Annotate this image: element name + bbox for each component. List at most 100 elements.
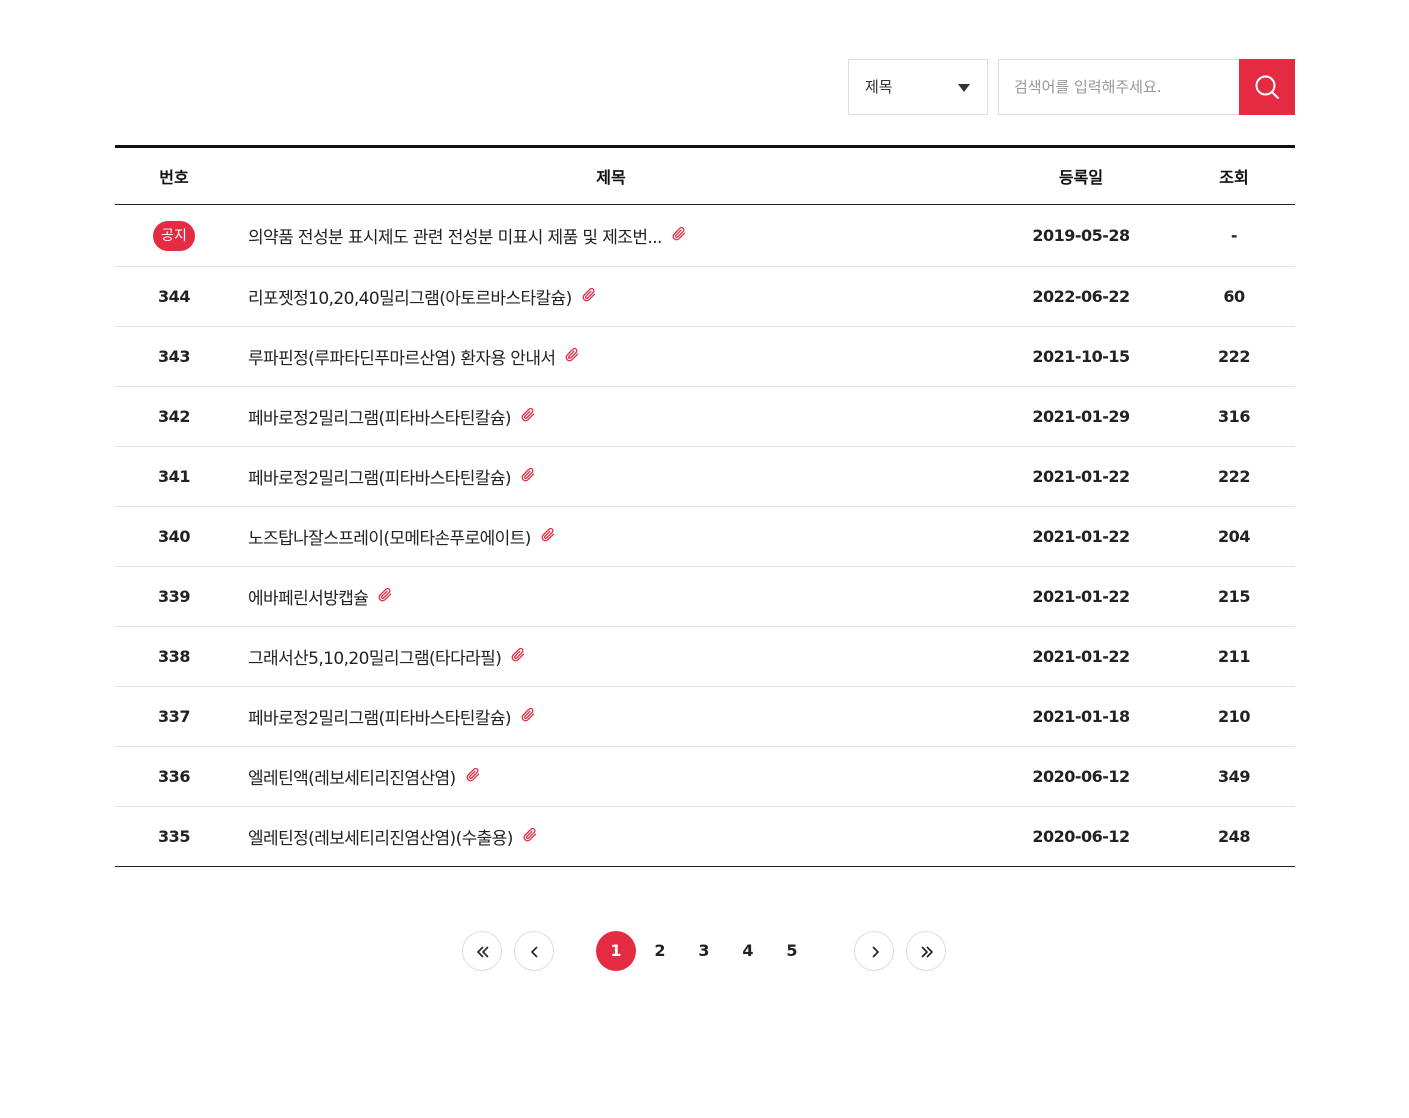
search-bar: 제목 bbox=[848, 59, 1295, 115]
row-title-cell: 에바페린서방캡슐 bbox=[233, 567, 989, 627]
page-3[interactable]: 3 bbox=[684, 931, 724, 971]
paperclip-icon[interactable] bbox=[466, 767, 481, 788]
row-number: 336 bbox=[158, 767, 190, 786]
paperclip-icon[interactable] bbox=[541, 527, 556, 548]
row-title-link[interactable]: 루파핀정(루파타딘푸마르산염) 환자용 안내서 bbox=[248, 349, 556, 369]
row-number: 338 bbox=[158, 647, 190, 666]
row-number: 337 bbox=[158, 707, 190, 726]
table-row: 338 그래서산5,10,20밀리그램(타다라필) 2021-01-22 211 bbox=[115, 627, 1295, 687]
table-header-row: 번호 제목 등록일 조회 bbox=[115, 146, 1295, 205]
row-number: 344 bbox=[158, 287, 190, 306]
row-title-link[interactable]: 그래서산5,10,20밀리그램(타다라필) bbox=[248, 649, 502, 669]
row-number-cell: 340 bbox=[115, 507, 233, 567]
chevron-right-icon bbox=[872, 946, 880, 958]
search-button[interactable] bbox=[1239, 59, 1295, 115]
row-date: 2021-10-15 bbox=[1032, 347, 1130, 366]
row-title-link[interactable]: 노즈탑나잘스프레이(모메타손푸로에이트) bbox=[248, 529, 531, 549]
row-title-link[interactable]: 에바페린서방캡슐 bbox=[248, 589, 369, 609]
paperclip-icon[interactable] bbox=[521, 407, 536, 428]
row-title-cell: 노즈탑나잘스프레이(모메타손푸로에이트) bbox=[233, 507, 989, 567]
pagination: 1 2 3 4 5 bbox=[0, 931, 1409, 972]
paperclip-icon[interactable] bbox=[521, 707, 536, 728]
page-2[interactable]: 2 bbox=[640, 931, 680, 971]
row-number-cell: 337 bbox=[115, 687, 233, 747]
row-views: 211 bbox=[1218, 647, 1250, 666]
row-views: 210 bbox=[1218, 707, 1250, 726]
double-chevron-left-icon bbox=[476, 946, 489, 958]
paperclip-icon[interactable] bbox=[523, 827, 538, 848]
row-date: 2019-05-28 bbox=[1032, 226, 1130, 245]
header-number: 번호 bbox=[159, 168, 189, 187]
table-row: 344 리포젯정10,20,40밀리그램(아토르바스타칼슘) 2022-06-22 6… bbox=[115, 267, 1295, 327]
row-date: 2021-01-18 bbox=[1032, 707, 1130, 726]
row-views: - bbox=[1230, 226, 1238, 245]
row-title-link[interactable]: 엘레틴액(레보세티리진염산염) bbox=[248, 769, 456, 789]
table-row: 342 페바로정2밀리그램(피타바스타틴칼슘) 2021-01-29 316 bbox=[115, 387, 1295, 447]
page-1[interactable]: 1 bbox=[596, 931, 636, 971]
row-date: 2021-01-22 bbox=[1032, 527, 1130, 546]
board-list: 번호 제목 등록일 조회 공지 의약품 전성분 표시제도 관련 전성분 미표시 제… bbox=[115, 145, 1295, 867]
row-title-cell: 의약품 전성분 표시제도 관련 전성분 미표시 제품 및 제조번... bbox=[233, 205, 989, 267]
row-number-cell: 336 bbox=[115, 747, 233, 807]
page-4[interactable]: 4 bbox=[728, 931, 768, 971]
first-page-button[interactable] bbox=[462, 931, 502, 971]
row-title-link[interactable]: 페바로정2밀리그램(피타바스타틴칼슘) bbox=[248, 709, 512, 729]
paperclip-icon[interactable] bbox=[511, 647, 526, 668]
paperclip-icon[interactable] bbox=[378, 587, 393, 608]
search-input[interactable] bbox=[998, 59, 1239, 115]
row-number-cell: 342 bbox=[115, 387, 233, 447]
table-row: 공지 의약품 전성분 표시제도 관련 전성분 미표시 제품 및 제조번... 201… bbox=[115, 205, 1295, 267]
row-views: 349 bbox=[1218, 767, 1250, 786]
paperclip-icon[interactable] bbox=[521, 467, 536, 488]
row-title-link[interactable]: 리포젯정10,20,40밀리그램(아토르바스타칼슘) bbox=[248, 289, 572, 309]
chevron-left-icon bbox=[530, 946, 538, 958]
paperclip-icon[interactable] bbox=[565, 347, 580, 368]
row-number-cell: 344 bbox=[115, 267, 233, 327]
double-chevron-right-icon bbox=[921, 946, 934, 958]
table-row: 341 페바로정2밀리그램(피타바스타틴칼슘) 2021-01-22 222 bbox=[115, 447, 1295, 507]
row-title-link[interactable]: 엘레틴정(레보세티리진염산염)(수출용) bbox=[248, 829, 513, 849]
row-title-cell: 페바로정2밀리그램(피타바스타틴칼슘) bbox=[233, 687, 989, 747]
row-number-cell: 343 bbox=[115, 327, 233, 387]
search-type-select[interactable]: 제목 bbox=[848, 59, 988, 115]
row-number-cell: 341 bbox=[115, 447, 233, 507]
row-title-link[interactable]: 페바로정2밀리그램(피타바스타틴칼슘) bbox=[248, 469, 512, 489]
row-date: 2021-01-22 bbox=[1032, 587, 1130, 606]
table-row: 335 엘레틴정(레보세티리진염산염)(수출용) 2020-06-12 248 bbox=[115, 807, 1295, 867]
row-date: 2021-01-22 bbox=[1032, 467, 1130, 486]
next-page-button[interactable] bbox=[854, 931, 894, 971]
page-5[interactable]: 5 bbox=[772, 931, 812, 971]
table-row: 340 노즈탑나잘스프레이(모메타손푸로에이트) 2021-01-22 204 bbox=[115, 507, 1295, 567]
row-date: 2022-06-22 bbox=[1032, 287, 1130, 306]
header-views: 조회 bbox=[1219, 168, 1249, 187]
row-title-cell: 엘레틴정(레보세티리진염산염)(수출용) bbox=[233, 807, 989, 867]
row-number: 340 bbox=[158, 527, 190, 546]
table-row: 337 페바로정2밀리그램(피타바스타틴칼슘) 2021-01-18 210 bbox=[115, 687, 1295, 747]
row-views: 248 bbox=[1218, 827, 1250, 846]
row-date: 2021-01-22 bbox=[1032, 647, 1130, 666]
caret-down-icon bbox=[958, 84, 970, 92]
paperclip-icon[interactable] bbox=[582, 287, 597, 308]
row-date: 2020-06-12 bbox=[1032, 767, 1130, 786]
row-title-link[interactable]: 페바로정2밀리그램(피타바스타틴칼슘) bbox=[248, 409, 512, 429]
header-title: 제목 bbox=[596, 168, 626, 187]
row-title-link[interactable]: 의약품 전성분 표시제도 관련 전성분 미표시 제품 및 제조번... bbox=[248, 228, 662, 248]
prev-page-button[interactable] bbox=[514, 931, 554, 971]
notice-badge: 공지 bbox=[153, 220, 195, 251]
last-page-button[interactable] bbox=[906, 931, 946, 971]
board-table: 번호 제목 등록일 조회 공지 의약품 전성분 표시제도 관련 전성분 미표시 제… bbox=[115, 145, 1295, 867]
row-date: 2021-01-29 bbox=[1032, 407, 1130, 426]
row-title-cell: 루파핀정(루파타딘푸마르산염) 환자용 안내서 bbox=[233, 327, 989, 387]
row-views: 222 bbox=[1218, 467, 1250, 486]
paperclip-icon[interactable] bbox=[672, 226, 687, 247]
row-number-cell: 339 bbox=[115, 567, 233, 627]
row-number: 335 bbox=[158, 827, 190, 846]
row-date: 2020-06-12 bbox=[1032, 827, 1130, 846]
row-number-cell: 338 bbox=[115, 627, 233, 687]
header-date: 등록일 bbox=[1058, 168, 1104, 187]
search-type-selected-label: 제목 bbox=[865, 78, 893, 96]
table-row: 339 에바페린서방캡슐 2021-01-22 215 bbox=[115, 567, 1295, 627]
row-number: 343 bbox=[158, 347, 190, 366]
row-title-cell: 엘레틴액(레보세티리진염산염) bbox=[233, 747, 989, 807]
row-number: 341 bbox=[158, 467, 190, 486]
